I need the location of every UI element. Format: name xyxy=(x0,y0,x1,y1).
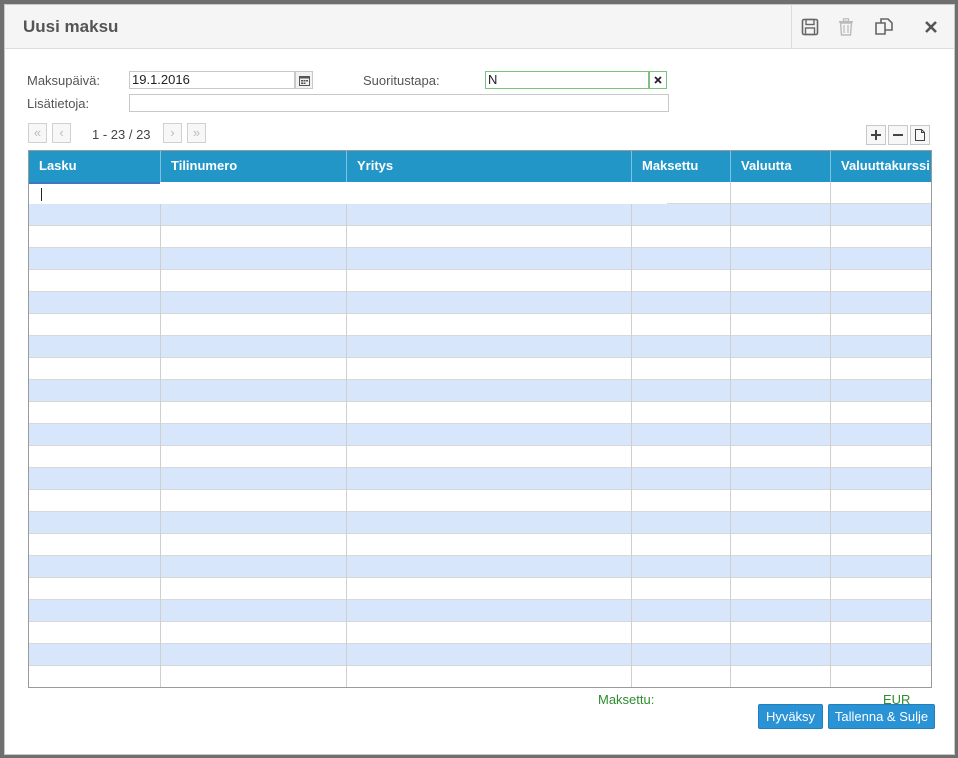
table-row[interactable] xyxy=(29,292,931,314)
table-row[interactable] xyxy=(29,248,931,270)
column-header-tilinumero[interactable]: Tilinumero xyxy=(161,151,347,182)
column-header-maksettu[interactable]: Maksettu xyxy=(632,151,731,182)
column-divider xyxy=(730,182,731,687)
table-row[interactable] xyxy=(29,490,931,512)
last-page-button[interactable]: » xyxy=(187,123,206,143)
table-row[interactable] xyxy=(29,204,931,226)
column-header-yritys[interactable]: Yritys xyxy=(347,151,632,182)
table-row[interactable] xyxy=(29,622,931,644)
close-icon[interactable] xyxy=(913,5,949,49)
method-field[interactable]: N xyxy=(485,71,649,89)
dialog-titlebar: Uusi maksu xyxy=(5,5,954,49)
table-row[interactable] xyxy=(29,314,931,336)
first-page-button[interactable]: « xyxy=(28,123,47,143)
trash-icon[interactable] xyxy=(828,5,864,49)
method-label: Suoritustapa: xyxy=(363,73,440,88)
table-row[interactable] xyxy=(29,270,931,292)
notes-label: Lisätietoja: xyxy=(27,96,90,111)
table-row[interactable] xyxy=(29,578,931,600)
column-divider xyxy=(160,182,161,687)
column-header-valuutta[interactable]: Valuutta xyxy=(731,151,831,182)
table-row[interactable] xyxy=(29,600,931,622)
table-row[interactable] xyxy=(29,424,931,446)
column-header-lasku[interactable]: Lasku xyxy=(29,151,161,182)
payment-dialog: Uusi maksu Maksupäivä: 19.1.2016 Suoritu… xyxy=(4,4,955,755)
save-close-button[interactable]: Tallenna & Sulje xyxy=(828,704,935,729)
grid-header: Lasku Tilinumero Yritys Maksettu Valuutt… xyxy=(29,151,931,182)
title-toolbar xyxy=(791,5,954,49)
table-row[interactable] xyxy=(29,226,931,248)
table-row[interactable] xyxy=(29,512,931,534)
column-divider xyxy=(830,182,831,687)
column-divider xyxy=(346,182,347,687)
paid-total-label: Maksettu: xyxy=(598,692,655,707)
editor-focus-indicator xyxy=(29,182,160,184)
next-page-button[interactable]: › xyxy=(163,123,182,143)
column-divider xyxy=(631,182,632,687)
table-row[interactable] xyxy=(29,402,931,424)
table-row[interactable] xyxy=(29,534,931,556)
table-row[interactable] xyxy=(29,468,931,490)
accept-button[interactable]: Hyväksy xyxy=(758,704,823,729)
copy-icon[interactable] xyxy=(866,5,902,49)
prev-page-button[interactable]: ‹ xyxy=(52,123,71,143)
table-row[interactable] xyxy=(29,358,931,380)
save-icon[interactable] xyxy=(792,5,828,49)
document-icon[interactable] xyxy=(910,125,930,145)
table-row[interactable] xyxy=(29,556,931,578)
table-row[interactable] xyxy=(29,380,931,402)
row-editor[interactable] xyxy=(29,182,667,204)
clear-icon[interactable] xyxy=(649,71,667,89)
date-label: Maksupäivä: xyxy=(27,73,100,88)
column-header-valuuttakurssi[interactable]: Valuuttakurssi xyxy=(831,151,931,182)
dialog-title: Uusi maksu xyxy=(23,17,119,36)
notes-field[interactable] xyxy=(129,94,669,112)
table-row[interactable] xyxy=(29,644,931,666)
table-row[interactable] xyxy=(29,336,931,358)
payments-grid: Lasku Tilinumero Yritys Maksettu Valuutt… xyxy=(28,150,932,688)
grid-body xyxy=(29,182,931,687)
pager-info: 1 - 23 / 23 xyxy=(92,127,151,142)
table-row[interactable] xyxy=(29,666,931,687)
add-row-icon[interactable] xyxy=(866,125,886,145)
remove-row-icon[interactable] xyxy=(888,125,908,145)
calendar-icon[interactable] xyxy=(295,71,313,89)
table-row[interactable] xyxy=(29,446,931,468)
text-caret xyxy=(41,188,42,201)
date-field[interactable]: 19.1.2016 xyxy=(129,71,295,89)
